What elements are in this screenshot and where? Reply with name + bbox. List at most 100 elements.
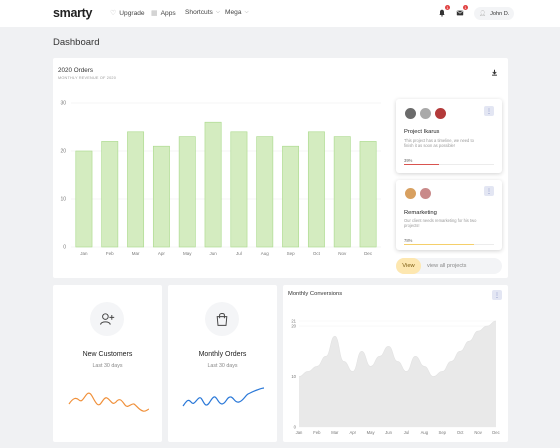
bar[interactable] [359, 141, 377, 248]
more-icon: ⋮ [494, 292, 500, 299]
x-tick-label: Jul [236, 251, 242, 256]
x-tick-label: Feb [313, 430, 321, 435]
x-tick-label: Aug [261, 251, 270, 256]
nav-shortcuts[interactable]: Shortcuts ⌵ [185, 9, 220, 16]
download-button[interactable] [489, 67, 500, 78]
y-tick-label: 30 [60, 101, 66, 107]
more-icon: ⋮ [486, 188, 492, 195]
nav-mega[interactable]: Mega ⌵ [225, 9, 249, 16]
project-progress-fill [404, 244, 475, 246]
heart-icon: ♡ [110, 10, 117, 17]
bar[interactable] [204, 121, 222, 248]
bar[interactable] [307, 131, 325, 248]
bar[interactable] [282, 145, 300, 248]
x-tick-label: Jan [80, 251, 88, 256]
bar[interactable] [152, 145, 170, 248]
project-card-remarketing[interactable]: ⋮ Remarketing Our client needs remarketi… [396, 180, 502, 250]
x-tick-label: Oct [313, 251, 321, 256]
conversions-area-chart: 0 10 2021 Jan Feb Mar Apr May Jun Jul Aug Sep Oct Nov… [291, 319, 499, 436]
new-customers-subtitle: Last 30 days [92, 363, 123, 369]
x-tick-label: May [183, 251, 192, 256]
view-button[interactable]: View [396, 258, 421, 274]
x-tick-label: Dec [492, 430, 499, 435]
x-tick-label: Sep [439, 430, 447, 435]
notifications-button[interactable]: 1 [437, 5, 450, 18]
new-customers-card: New Customers Last 30 days [53, 285, 162, 442]
view-all-projects-link[interactable]: view all projects [427, 263, 466, 269]
avatar [404, 187, 417, 200]
project-progress-bar [404, 164, 494, 166]
project-name: Remarketing [404, 210, 437, 216]
project-description: Our client needs remarketing for his two… [404, 218, 476, 228]
new-customers-title: New Customers [82, 351, 133, 358]
y-tick-label: 0 [294, 425, 297, 430]
project-description: This project has a timeline, we need to … [404, 138, 474, 148]
grid-icon: ▦ [151, 10, 158, 17]
messages-button[interactable]: 1 [455, 5, 468, 18]
nav-upgrade-label: Upgrade [119, 9, 145, 17]
bar[interactable] [127, 131, 145, 248]
conversions-options-button[interactable]: ⋮ [492, 290, 502, 300]
bar[interactable] [256, 136, 274, 248]
conversions-title: Monthly Conversions [288, 291, 343, 297]
orders-title: 2020 Orders [58, 67, 94, 74]
avatar [404, 107, 417, 120]
project-description-line: projects! [404, 223, 420, 229]
user-icon: 👤︎ [479, 10, 487, 17]
monthly-orders-sparkline [182, 387, 264, 407]
notification-badge: 1 [445, 5, 450, 10]
x-tick-label: Dec [364, 251, 373, 256]
chevron-down-icon: ⌵ [215, 9, 221, 15]
bar[interactable] [101, 141, 119, 248]
nav-upgrade[interactable]: ♡ Upgrade [110, 9, 145, 18]
project-options-button[interactable]: ⋮ [484, 106, 494, 116]
project-name: Project Ikarus [404, 129, 440, 135]
x-tick-label: Nov [474, 430, 482, 435]
avatar [419, 187, 432, 200]
x-tick-label: Jan [296, 430, 303, 435]
page-title: Dashboard [53, 37, 100, 48]
orders-bar-chart: 0 10 20 30 Jan Feb Mar Apr May Jun Jul Aug Sep Oct Nov… [60, 101, 381, 256]
bar[interactable] [333, 136, 351, 248]
more-icon: ⋮ [486, 108, 492, 115]
chevron-down-icon: ⌵ [244, 9, 249, 15]
mail-icon [456, 10, 464, 16]
x-tick-label: Sep [287, 251, 296, 256]
view-projects-row: View view all projects [396, 258, 502, 274]
logo[interactable]: smarty [53, 6, 93, 20]
bar[interactable] [230, 131, 248, 248]
project-description-line: finish it as soon as possible! [404, 143, 455, 149]
project-percent: 78% [404, 238, 413, 243]
top-navbar: smarty ♡ Upgrade ▦ Apps Shortcuts ⌵ Mega… [0, 0, 560, 27]
avatar [419, 107, 432, 120]
monthly-orders-subtitle: Last 30 days [207, 363, 238, 369]
x-tick-label: Aug [421, 430, 429, 435]
x-tick-label: Apr [349, 430, 356, 435]
bar[interactable] [75, 150, 93, 248]
y-tick-label: 0 [63, 245, 66, 251]
x-tick-label: Oct [457, 430, 464, 435]
monthly-orders-title: Monthly Orders [198, 351, 247, 358]
monthly-orders-card: Monthly Orders Last 30 days [168, 285, 277, 442]
x-tick-label: Jun [385, 430, 392, 435]
x-tick-label: Mar [331, 430, 339, 435]
nav-apps-label: Apps [160, 9, 176, 17]
x-tick-label: May [367, 430, 376, 435]
user-menu-button[interactable]: 👤︎ John D. [474, 7, 515, 20]
download-icon [492, 69, 497, 76]
x-tick-label: Feb [106, 251, 114, 256]
project-progress-bar [404, 244, 494, 246]
nav-apps[interactable]: ▦ Apps [151, 9, 176, 18]
project-card-ikarus[interactable]: ⋮ Project Ikarus This project has a time… [396, 99, 502, 173]
y-tick-label: 21 [291, 319, 296, 324]
shopping-bag-icon [205, 302, 239, 336]
x-tick-label: Nov [338, 251, 347, 256]
x-tick-label: Jul [404, 430, 409, 435]
project-percent: 39% [404, 158, 413, 163]
project-options-button[interactable]: ⋮ [484, 186, 494, 196]
bar[interactable] [178, 136, 196, 248]
y-tick-label: 20 [60, 149, 66, 155]
x-tick-label: Jun [209, 251, 217, 256]
bell-icon [439, 9, 445, 17]
user-name: John D. [490, 10, 510, 17]
